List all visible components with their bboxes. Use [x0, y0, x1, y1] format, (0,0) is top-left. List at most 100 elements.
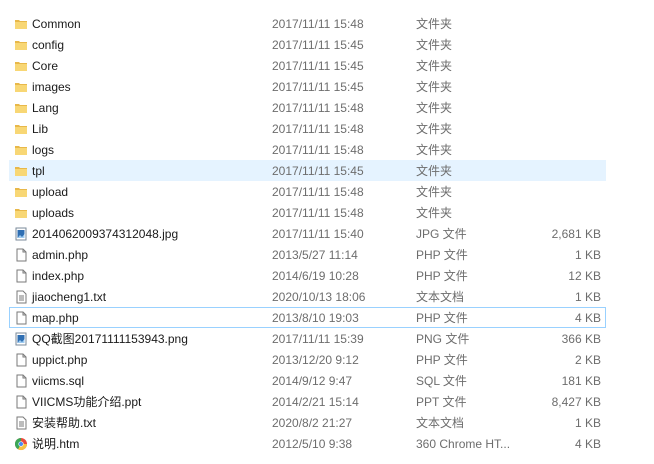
- file-date: 2017/11/11 15:48: [272, 17, 364, 31]
- file-name: 说明.htm: [32, 437, 80, 451]
- blank-file-icon: [14, 353, 28, 367]
- file-date: 2017/11/11 15:45: [272, 80, 364, 94]
- folder-icon: [14, 122, 28, 136]
- file-type: 文件夹: [416, 185, 453, 199]
- file-row[interactable]: viicms.sql 2014/9/12 9:47 SQL 文件 181 KB: [9, 370, 606, 391]
- file-size: 366 KB: [561, 332, 601, 346]
- file-row[interactable]: admin.php 2013/5/27 11:14 PHP 文件 1 KB: [9, 244, 606, 265]
- file-date: 2017/11/11 15:48: [272, 122, 364, 136]
- file-size: 1 KB: [574, 290, 601, 304]
- blank-file-icon: [14, 395, 28, 409]
- folder-icon: [14, 38, 28, 52]
- file-row[interactable]: 安装帮助.txt 2020/8/2 21:27 文本文档 1 KB: [9, 412, 606, 433]
- file-date: 2017/11/11 15:39: [272, 332, 364, 346]
- file-row[interactable]: upload 2017/11/11 15:48 文件夹: [9, 181, 606, 202]
- file-row[interactable]: uppict.php 2013/12/20 9:12 PHP 文件 2 KB: [9, 349, 606, 370]
- file-type: SQL 文件: [416, 374, 467, 388]
- file-name: Common: [32, 17, 81, 31]
- file-date: 2014/2/21 15:14: [272, 395, 359, 409]
- file-date: 2014/6/19 10:28: [272, 269, 359, 283]
- file-name: Core: [32, 59, 59, 73]
- folder-icon: [14, 185, 28, 199]
- file-type: JPG 文件: [416, 227, 467, 241]
- file-date: 2017/11/11 15:45: [272, 164, 364, 178]
- file-date: 2020/10/13 18:06: [272, 290, 366, 304]
- file-date: 2017/11/11 15:48: [272, 143, 364, 157]
- file-row[interactable]: Common 2017/11/11 15:48 文件夹: [9, 13, 606, 34]
- file-row[interactable]: images 2017/11/11 15:45 文件夹: [9, 76, 606, 97]
- file-row[interactable]: logs 2017/11/11 15:48 文件夹: [9, 139, 606, 160]
- file-row[interactable]: config 2017/11/11 15:45 文件夹: [9, 34, 606, 55]
- file-row[interactable]: QQ截图20171111153943.png 2017/11/11 15:39 PN…: [9, 328, 606, 349]
- file-name: map.php: [32, 311, 79, 325]
- file-date: 2017/11/11 15:48: [272, 206, 364, 220]
- file-type: PHP 文件: [416, 311, 468, 325]
- file-size: 4 KB: [574, 311, 601, 325]
- file-date: 2013/8/10 19:03: [272, 311, 359, 325]
- file-size: 181 KB: [561, 374, 601, 388]
- file-type: PHP 文件: [416, 353, 468, 367]
- folder-icon: [14, 164, 28, 178]
- folder-icon: [14, 101, 28, 115]
- file-date: 2013/12/20 9:12: [272, 353, 359, 367]
- file-row[interactable]: map.php 2013/8/10 19:03 PHP 文件 4 KB: [9, 307, 606, 328]
- file-row[interactable]: 20140620093743120​48.jpg 2017/11/11 15:40…: [9, 223, 606, 244]
- file-row[interactable]: Lang 2017/11/11 15:48 文件夹: [9, 97, 606, 118]
- file-row[interactable]: 说明.htm 2012/5/10 9:38 360 Chrome HT... 4 KB: [9, 433, 606, 454]
- file-type: PHP 文件: [416, 248, 468, 262]
- file-type: 文件夹: [416, 59, 453, 73]
- file-type: PHP 文件: [416, 269, 468, 283]
- file-name: jiaocheng1.txt: [32, 290, 107, 304]
- file-type: 文件夹: [416, 206, 453, 220]
- file-name: index.php: [32, 269, 85, 283]
- file-row[interactable]: index.php 2014/6/19 10:28 PHP 文件 12 KB: [9, 265, 606, 286]
- file-date: 2017/11/11 15:45: [272, 38, 364, 52]
- file-date: 2017/11/11 15:40: [272, 227, 364, 241]
- file-name: Lib: [32, 122, 49, 136]
- file-name: VIICMS功能介绍.ppt: [32, 395, 142, 409]
- file-date: 2017/11/11 15:48: [272, 101, 364, 115]
- file-type: PPT 文件: [416, 395, 467, 409]
- file-row[interactable]: VIICMS功能介绍.ppt 2014/2/21 15:14 PPT 文件 8,427…: [9, 391, 606, 412]
- file-type: PNG 文件: [416, 332, 470, 346]
- file-date: 2013/5/27 11:14: [272, 248, 358, 262]
- blank-file-icon: [14, 248, 28, 262]
- file-size: 8,427 KB: [551, 395, 601, 409]
- blank-file-icon: [14, 269, 28, 283]
- file-type: 文本文档: [416, 416, 465, 430]
- folder-icon: [14, 80, 28, 94]
- file-name: uppict.php: [32, 353, 88, 367]
- image-file-icon: [14, 332, 28, 346]
- file-type: 文件夹: [416, 164, 453, 178]
- file-size: 1 KB: [574, 248, 601, 262]
- file-type: 文件夹: [416, 38, 453, 52]
- chrome-html-icon: [14, 437, 28, 451]
- file-name: Lang: [32, 101, 59, 115]
- file-name: logs: [32, 143, 55, 157]
- file-type: 文件夹: [416, 17, 453, 31]
- file-name: config: [32, 38, 65, 52]
- file-date: 2012/5/10 9:38: [272, 437, 353, 451]
- file-name: upload: [32, 185, 69, 199]
- file-type: 360 Chrome HT...: [416, 437, 511, 451]
- folder-icon: [14, 143, 28, 157]
- file-name: viicms.sql: [32, 374, 85, 388]
- file-type: 文件夹: [416, 122, 453, 136]
- file-name: admin.php: [32, 248, 89, 262]
- file-size: 4 KB: [574, 437, 601, 451]
- file-type: 文件夹: [416, 80, 453, 94]
- file-list: Common 2017/11/11 15:48 文件夹 config 2017/11/1…: [0, 13, 654, 454]
- image-file-icon: [14, 227, 28, 241]
- file-row[interactable]: Lib 2017/11/11 15:48 文件夹: [9, 118, 606, 139]
- file-size: 12 KB: [568, 269, 601, 283]
- file-size: 2 KB: [574, 353, 601, 367]
- file-name: tpl: [32, 164, 45, 178]
- file-size: 2,681 KB: [551, 227, 601, 241]
- file-date: 2017/11/11 15:48: [272, 185, 364, 199]
- folder-icon: [14, 17, 28, 31]
- file-row[interactable]: Core 2017/11/11 15:45 文件夹: [9, 55, 606, 76]
- file-row[interactable]: uploads 2017/11/11 15:48 文件夹: [9, 202, 606, 223]
- file-row[interactable]: jiaocheng1.txt 2020/10/13 18:06 文本文档 1 KB: [9, 286, 606, 307]
- file-row[interactable]: tpl 2017/11/11 15:45 文件夹: [9, 160, 606, 181]
- file-name: 安装帮助.txt: [32, 416, 97, 430]
